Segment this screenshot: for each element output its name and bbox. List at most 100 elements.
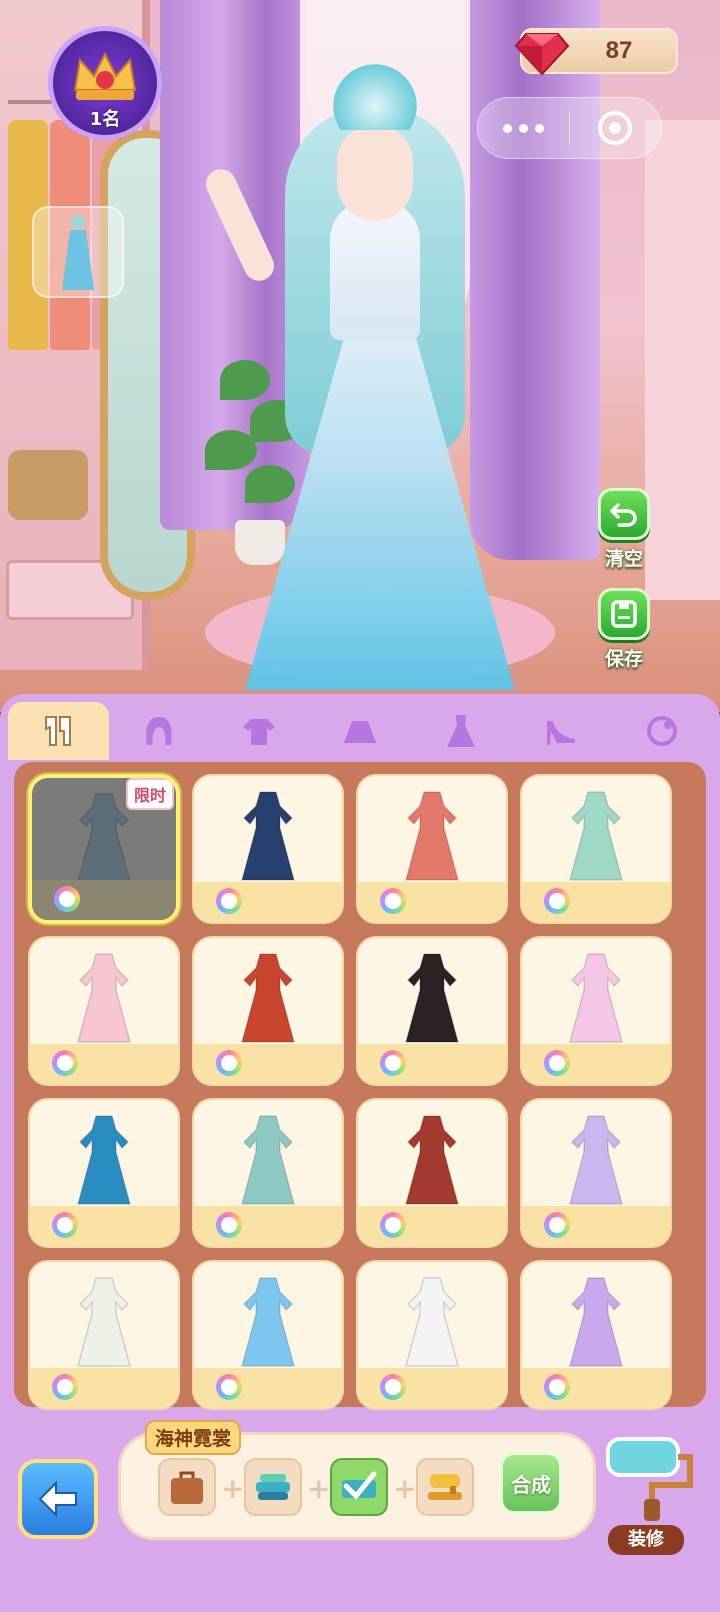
- outfit-card-white-embroidered-dress[interactable]: [28, 1260, 180, 1410]
- tshirt-badge-icon: [544, 1050, 570, 1076]
- tab-accessory[interactable]: [611, 702, 712, 760]
- plus-sign: +: [221, 1472, 245, 1505]
- set-name: 海神霓裳: [145, 1420, 242, 1455]
- outfit-icon: [77, 793, 131, 883]
- tab-dress[interactable]: [410, 702, 511, 760]
- heels-icon: [547, 721, 576, 745]
- skirt-icon: [344, 721, 377, 743]
- outfit-icon: [241, 791, 295, 881]
- back-button[interactable]: [18, 1459, 98, 1539]
- tshirt-badge-icon: [544, 1374, 570, 1400]
- tshirt-badge-icon: [544, 888, 570, 914]
- outfit-icon: [569, 953, 623, 1043]
- piece-fabric[interactable]: [244, 1458, 302, 1516]
- piece-checked-fabric[interactable]: [330, 1458, 388, 1516]
- fabric-icon: [256, 1474, 290, 1500]
- outfit-icon: [569, 1115, 623, 1205]
- decorate-label: 装修: [608, 1525, 684, 1555]
- outfit-icon: [405, 791, 459, 881]
- tshirt-badge-icon: [380, 1050, 406, 1076]
- outfit-icon: [569, 1277, 623, 1367]
- outfit-icon: [241, 953, 295, 1043]
- sewing-machine-icon: [428, 1474, 462, 1500]
- top-icon: [243, 719, 276, 745]
- outfit-icon: [405, 953, 459, 1043]
- outfit-icon: [241, 1277, 295, 1367]
- save-label: 保存: [604, 648, 643, 670]
- outfit-icon: [241, 1115, 295, 1205]
- rank-label: 1名: [89, 109, 121, 130]
- outfit-icon: [569, 791, 623, 881]
- outfit-card-fairy-wing-gown[interactable]: [520, 1260, 672, 1410]
- outfit-card-polka-dot-dress[interactable]: [356, 1260, 508, 1410]
- plus-sign: +: [393, 1472, 417, 1505]
- decorate-button[interactable]: 装修: [600, 1425, 710, 1555]
- outfit-card-pink-romper[interactable]: [520, 936, 672, 1086]
- tshirt-badge-icon: [52, 1212, 78, 1238]
- limited-tag: 限时: [125, 778, 174, 810]
- outfit-card-mint-qipao[interactable]: [520, 774, 672, 924]
- paint-roller-icon: [606, 1437, 693, 1521]
- tshirt-badge-icon: [380, 1374, 406, 1400]
- outfit-grid: 限时: [28, 774, 692, 1410]
- gem-amount: 87: [605, 37, 633, 64]
- tab-suit[interactable]: [8, 702, 109, 760]
- outfit-card-blue-tulle-dress[interactable]: [192, 1260, 344, 1410]
- tab-shoes[interactable]: [511, 702, 612, 760]
- outfit-card-red-ethnic-set[interactable]: [356, 1098, 508, 1248]
- tshirt-badge-icon: [216, 1212, 242, 1238]
- tshirt-badge-icon: [380, 888, 406, 914]
- tshirt-badge-icon: [544, 1212, 570, 1238]
- handbag: [8, 450, 88, 520]
- outfit-card-lavender-gown[interactable]: [520, 1098, 672, 1248]
- target-icon[interactable]: [570, 98, 661, 158]
- category-tabs: [8, 702, 712, 760]
- tshirt-badge-icon: [52, 1050, 78, 1076]
- undo-icon: [610, 503, 637, 527]
- gem-counter[interactable]: 87: [514, 28, 678, 76]
- tshirt-badge-icon: [216, 1050, 242, 1076]
- checked-fabric-icon: [342, 1471, 377, 1500]
- mini-character-icon: [62, 215, 94, 290]
- suit-icon: [45, 716, 72, 746]
- piece-bag[interactable]: [158, 1458, 216, 1516]
- clear-label: 清空: [604, 548, 643, 570]
- tshirt-badge-icon: [52, 1374, 78, 1400]
- outfit-grid-container: 限时: [14, 762, 706, 1410]
- save-button[interactable]: 保存: [596, 588, 652, 671]
- rank-badge[interactable]: 1名: [48, 26, 162, 140]
- outfit-icon: [405, 1115, 459, 1205]
- bag-icon: [171, 1471, 203, 1504]
- outfit-card-overalls[interactable]: [192, 774, 344, 924]
- outfit-card-pink-floral-gown[interactable]: [28, 936, 180, 1086]
- plus-sign: +: [307, 1472, 331, 1505]
- back-arrow-icon: [38, 1480, 77, 1518]
- dress-icon: [446, 715, 475, 747]
- outfit-icon: [77, 1115, 131, 1205]
- outfit-icon: [77, 1277, 131, 1367]
- outfit-card-green-red-hanfu[interactable]: [192, 936, 344, 1086]
- more-dots-icon[interactable]: [478, 98, 569, 158]
- outfit-icon: [77, 953, 131, 1043]
- tshirt-badge-icon: [380, 1212, 406, 1238]
- tshirt-badge-icon: [216, 888, 242, 914]
- avatar-thumbnail[interactable]: [32, 206, 124, 298]
- tab-top[interactable]: [209, 702, 310, 760]
- outfit-card-blue-ethnic-dress[interactable]: [28, 1098, 180, 1248]
- crown-icon: [73, 51, 137, 100]
- piece-sewing-machine[interactable]: [416, 1458, 474, 1516]
- outfit-card-teal-hanfu[interactable]: [192, 1098, 344, 1248]
- save-icon: [611, 600, 637, 628]
- tab-skirt[interactable]: [310, 702, 411, 760]
- outfit-card-red-coat-dress[interactable]: [356, 774, 508, 924]
- outfit-icon: [405, 1277, 459, 1367]
- outfit-card-sea-god-gown[interactable]: 限时: [28, 774, 180, 924]
- tshirt-badge-icon: [54, 886, 80, 912]
- crown-headpiece: [325, 50, 425, 130]
- clear-button[interactable]: 清空: [596, 488, 652, 571]
- tab-hair[interactable]: [109, 702, 210, 760]
- shelf: [645, 120, 720, 600]
- outfit-card-black-robe[interactable]: [356, 936, 508, 1086]
- hair-icon: [146, 717, 172, 745]
- synthesize-button[interactable]: 合成: [500, 1452, 562, 1514]
